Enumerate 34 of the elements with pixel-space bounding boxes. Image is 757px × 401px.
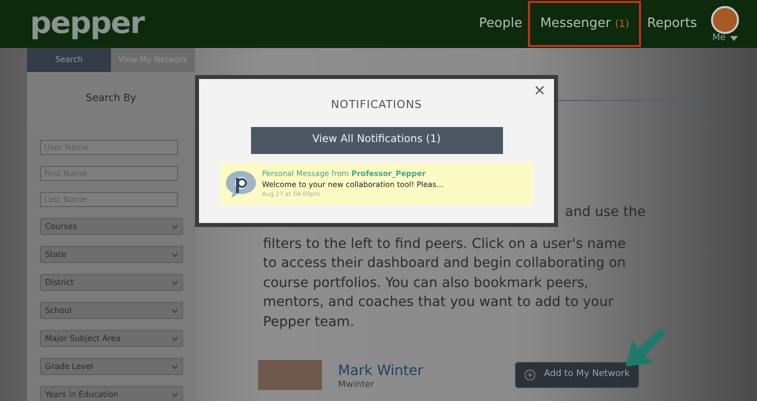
select-field[interactable]: Grade Level — [40, 358, 183, 375]
chevron-down-icon — [172, 336, 178, 340]
caret-icon[interactable] — [730, 36, 738, 40]
dialog-title: NOTIFICATIONS — [330, 97, 424, 113]
logo[interactable]: pepper — [30, 9, 144, 39]
select-field[interactable]: School — [40, 302, 183, 319]
select-field[interactable]: District — [40, 274, 183, 291]
chevron-down-icon — [172, 252, 178, 256]
plus-icon — [524, 369, 536, 381]
chevron-down-icon — [172, 280, 178, 284]
select-field[interactable]: State — [40, 246, 183, 263]
intro-text: and use the — [565, 203, 647, 222]
chevron-down-icon — [172, 224, 178, 228]
nav-link[interactable]: Messenger (1) — [528, 1, 642, 47]
avatar-icon[interactable] — [711, 6, 739, 34]
select-field[interactable]: Courses — [40, 218, 183, 235]
nav-link[interactable]: Reports — [641, 1, 703, 47]
chevron-down-icon — [172, 364, 178, 368]
close-button[interactable]: × — [533, 83, 546, 98]
user-name-link[interactable]: Mark Winter — [338, 364, 424, 380]
view-all-button[interactable]: View All Notifications (1) — [250, 126, 502, 154]
sidebar-tab[interactable]: Search — [27, 48, 111, 72]
username: Mwinter — [338, 379, 374, 392]
select-field[interactable]: Major Subject Area — [40, 330, 183, 347]
intro-paragraph: filters to the left to find peers. Click on a user's name to access their dashboard and begin collaborating on course portfolios. You can also bookmark peers, mentors, and coaches that you want to add to your Pepper team. — [263, 234, 627, 332]
message-bubble-icon — [224, 168, 258, 198]
chevron-down-icon — [172, 392, 178, 396]
chevron-down-icon — [172, 308, 178, 312]
photo-placeholder — [258, 360, 322, 390]
add-to-network-button[interactable]: Add to My Network — [515, 362, 639, 388]
nav-link[interactable]: People — [473, 1, 528, 47]
section-heading: Search By — [86, 92, 136, 106]
user-menu-label[interactable]: Me — [712, 34, 726, 42]
select-field[interactable]: Years in Education — [40, 386, 183, 401]
